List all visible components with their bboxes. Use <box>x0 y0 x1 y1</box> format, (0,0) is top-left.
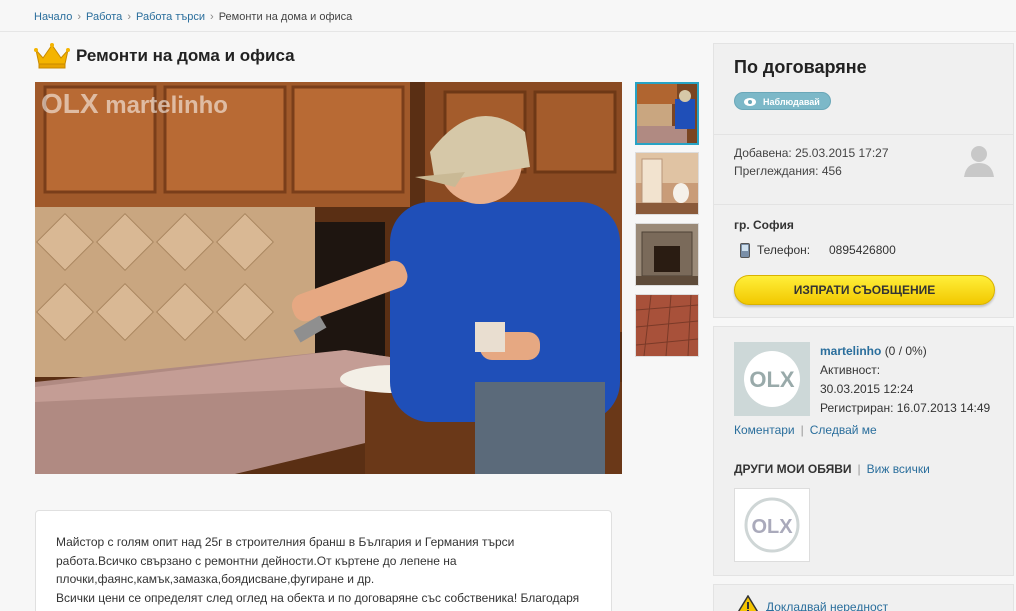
thumbnail-3-image <box>636 224 698 285</box>
breadcrumb-work-seeking[interactable]: Работа търси <box>136 11 205 23</box>
main-photo-illustration <box>35 82 622 474</box>
user-silhouette-icon <box>964 146 994 177</box>
registered-date: Регистриран: 16.07.2013 14:49 <box>820 401 991 415</box>
user-rating: (0 / 0%) <box>884 344 927 358</box>
watermark: OLX martelinho <box>41 88 228 119</box>
user-links: Коментари | Следвай ме <box>734 423 877 437</box>
thumbnail-1[interactable] <box>635 82 699 145</box>
breadcrumb-separator: › <box>127 11 131 23</box>
olx-logo-icon: OLX <box>734 342 810 416</box>
avatar[interactable]: OLX <box>734 342 810 416</box>
meta-box: Добавена: 25.03.2015 17:27 Преглеждания:… <box>713 135 1014 205</box>
separator: | <box>857 462 861 476</box>
price-box: По договаряне Наблюдавай <box>713 43 1014 135</box>
follow-link[interactable]: Следвай ме <box>810 423 877 437</box>
description-line: работа.Всичко свързано с ремонтни дейнос… <box>56 553 457 568</box>
see-all-link[interactable]: Виж всички <box>867 462 930 476</box>
price: По договаряне <box>734 57 867 77</box>
svg-text:OLX: OLX <box>749 367 795 392</box>
description-line: Майстор с голям опит над 25г в строителн… <box>56 535 515 549</box>
user-box: OLX martelinho (0 / 0%) Активност: 30.03… <box>713 326 1014 576</box>
breadcrumb-work[interactable]: Работа <box>86 11 122 23</box>
thumbnail-4-image <box>636 295 698 356</box>
main-photo[interactable]: OLX martelinho <box>35 82 622 474</box>
description-line: Всички цени се определят след оглед на о… <box>56 590 580 605</box>
watch-button[interactable]: Наблюдавай <box>734 92 831 110</box>
city: гр. София <box>734 218 794 232</box>
description-box: Майстор с голям опит над 25г в строителн… <box>35 510 612 611</box>
phone-icon <box>740 243 750 258</box>
olx-logo-icon: OLX <box>735 489 809 561</box>
report-box[interactable]: Докладвай нередност <box>713 584 1014 611</box>
breadcrumb-separator: › <box>210 11 214 23</box>
thumbnail-3[interactable] <box>635 223 699 286</box>
comments-link[interactable]: Коментари <box>734 423 795 437</box>
thumbnail-2-image <box>636 153 698 214</box>
phone-label: Телефон: <box>757 243 811 257</box>
breadcrumb-home[interactable]: Начало <box>34 11 72 23</box>
user-name-line: martelinho (0 / 0%) <box>820 344 927 358</box>
svg-text:OLX: OLX <box>751 516 793 538</box>
other-ad-thumbnail[interactable]: OLX <box>734 488 810 562</box>
other-ads-header: ДРУГИ МОИ ОБЯВИ | Виж всички <box>734 462 930 476</box>
page-title: Ремонти на дома и офиса <box>76 46 295 65</box>
breadcrumb-separator: › <box>77 11 81 23</box>
eye-icon <box>744 98 756 106</box>
title-row: Ремонти на дома и офиса <box>34 42 295 70</box>
thumbnail-2[interactable] <box>635 152 699 215</box>
activity-date: 30.03.2015 12:24 <box>820 382 914 396</box>
report-link[interactable]: Докладвай нередност <box>766 600 888 611</box>
user-name-link[interactable]: martelinho <box>820 344 881 358</box>
view-count: Преглеждания: 456 <box>734 164 842 178</box>
warning-icon <box>737 595 759 611</box>
description-line: плочки,фаянс,камък,замазка,боядисване,фу… <box>56 572 375 586</box>
breadcrumb: Начало › Работа › Работа търси › Ремонти на до… <box>0 0 1016 32</box>
crown-icon <box>34 43 70 69</box>
watch-label: Наблюдавай <box>763 97 820 107</box>
phone-number[interactable]: 0895426800 <box>829 243 896 257</box>
other-ads-title: ДРУГИ МОИ ОБЯВИ <box>734 462 852 476</box>
page: Начало › Работа › Работа търси › Ремонти на до… <box>0 0 1016 611</box>
thumbnail-1-image <box>637 84 697 143</box>
contact-box: гр. София Телефон: 0895426800 ИЗПРАТИ СЪ… <box>713 205 1014 318</box>
activity-label: Активност: <box>820 363 881 377</box>
thumbnail-4[interactable] <box>635 294 699 357</box>
added-date: Добавена: 25.03.2015 17:27 <box>734 146 889 160</box>
breadcrumb-current: Ремонти на дома и офиса <box>218 11 353 23</box>
separator: | <box>800 423 804 437</box>
send-message-button[interactable]: ИЗПРАТИ СЪОБЩЕНИЕ <box>734 275 995 305</box>
